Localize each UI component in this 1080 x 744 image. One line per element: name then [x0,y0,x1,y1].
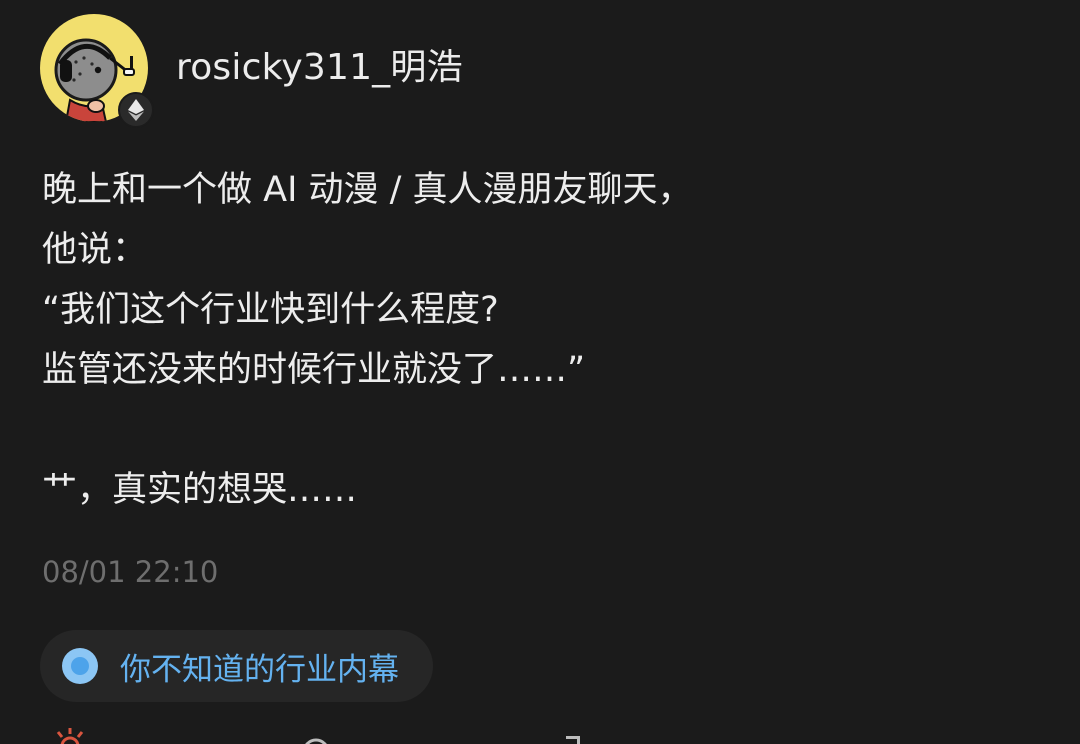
post-line: 他说： [42,230,148,270]
post-content: 晚上和一个做 AI 动漫 / 真人漫朋友聊天， 他说： “我们这个行业快到什么程… [42,160,1042,520]
post-line: “我们这个行业快到什么程度? [42,290,499,330]
ethereum-badge [118,92,154,128]
ethereum-icon [128,99,144,121]
username[interactable]: rosicky311_明浩 [176,44,463,92]
post-timestamp: 08/01 22:10 [42,555,219,589]
action-bar [0,726,1080,744]
share-icon[interactable] [560,726,590,744]
post-line: 艹，真实的想哭…… [42,470,358,510]
like-icon[interactable] [48,726,92,744]
topic-dot-icon [62,648,98,684]
post-line-blank [42,400,1042,460]
comment-icon[interactable] [296,726,336,744]
post-line: 晚上和一个做 AI 动漫 / 真人漫朋友聊天， [42,170,693,210]
topic-tag-button[interactable]: 你不知道的行业内幕 [40,630,433,702]
topic-label: 你不知道的行业内幕 [120,651,399,688]
post-line: 监管还没来的时候行业就没了……” [42,350,586,390]
